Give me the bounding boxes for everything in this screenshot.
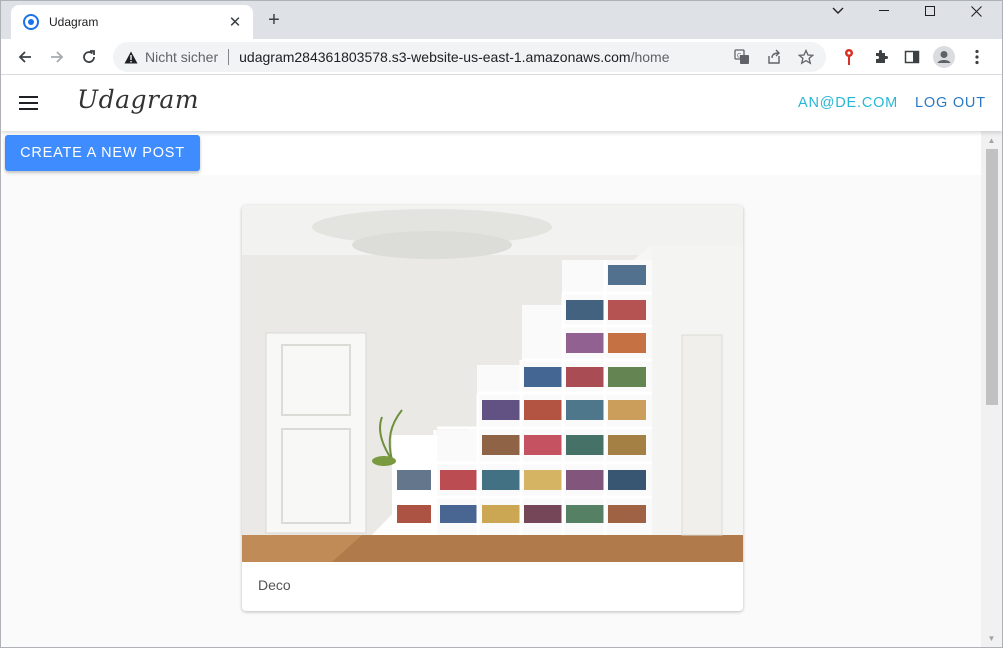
- warning-icon[interactable]: [123, 49, 139, 65]
- app-header: Udagram AN@DE.COM LOG OUT: [1, 75, 1002, 131]
- translate-icon[interactable]: G: [726, 45, 758, 69]
- omnibox-divider: [228, 49, 230, 65]
- reload-button[interactable]: [77, 45, 101, 69]
- tab-strip: Udagram ✕ +: [1, 1, 1002, 39]
- back-button[interactable]: [13, 45, 37, 69]
- user-email-link[interactable]: AN@DE.COM: [798, 95, 898, 111]
- profile-avatar-icon[interactable]: [932, 45, 956, 69]
- action-bar: CREATE A NEW POST: [1, 131, 981, 175]
- browser-window: Udagram ✕ + Nicht sicher udagram28436180…: [0, 0, 1003, 648]
- hamburger-menu-icon[interactable]: [19, 91, 43, 115]
- side-panel-icon[interactable]: [900, 45, 924, 69]
- forward-button[interactable]: [45, 45, 69, 69]
- minimize-button[interactable]: [861, 1, 907, 21]
- url-text[interactable]: udagram284361803578.s3-website-us-east-1…: [239, 49, 669, 65]
- new-tab-button[interactable]: +: [263, 9, 285, 31]
- tab-search-icon[interactable]: [815, 1, 861, 21]
- main-content: CREATE A NEW POST Deco: [1, 131, 981, 647]
- address-bar[interactable]: Nicht sicher udagram284361803578.s3-webs…: [113, 42, 826, 72]
- tab-title: Udagram: [49, 15, 99, 29]
- post-card: Deco: [242, 205, 743, 611]
- scroll-up-arrow-icon[interactable]: ▲: [981, 133, 1002, 147]
- key-extension-icon[interactable]: [837, 45, 861, 69]
- browser-toolbar: Nicht sicher udagram284361803578.s3-webs…: [1, 39, 1002, 75]
- tab-close-icon[interactable]: ✕: [225, 12, 245, 32]
- post-image: [242, 205, 743, 562]
- page-viewport: Udagram AN@DE.COM LOG OUT CREATE A NEW P…: [1, 75, 1002, 647]
- svg-text:G: G: [737, 53, 742, 60]
- share-icon[interactable]: [758, 45, 790, 69]
- app-logo[interactable]: Udagram: [77, 85, 199, 114]
- extensions-puzzle-icon[interactable]: [869, 45, 893, 69]
- scrollbar-thumb[interactable]: [986, 149, 998, 405]
- url-path: /home: [630, 49, 670, 65]
- security-label[interactable]: Nicht sicher: [145, 49, 218, 65]
- create-post-button[interactable]: CREATE A NEW POST: [5, 135, 200, 171]
- browser-tab[interactable]: Udagram ✕: [11, 5, 253, 39]
- omnibox-actions: G: [726, 45, 822, 69]
- page-scrollbar[interactable]: ▲ ▼: [981, 131, 1002, 647]
- logout-link[interactable]: LOG OUT: [915, 95, 986, 111]
- scroll-down-arrow-icon[interactable]: ▼: [981, 631, 1002, 645]
- favicon-icon: [23, 14, 39, 30]
- close-window-button[interactable]: [953, 1, 999, 21]
- post-caption: Deco: [258, 577, 291, 593]
- url-host: udagram284361803578.s3-website-us-east-1…: [239, 49, 631, 65]
- browser-menu-icon[interactable]: [965, 45, 989, 69]
- bookmark-star-icon[interactable]: [790, 45, 822, 69]
- maximize-button[interactable]: [907, 1, 953, 21]
